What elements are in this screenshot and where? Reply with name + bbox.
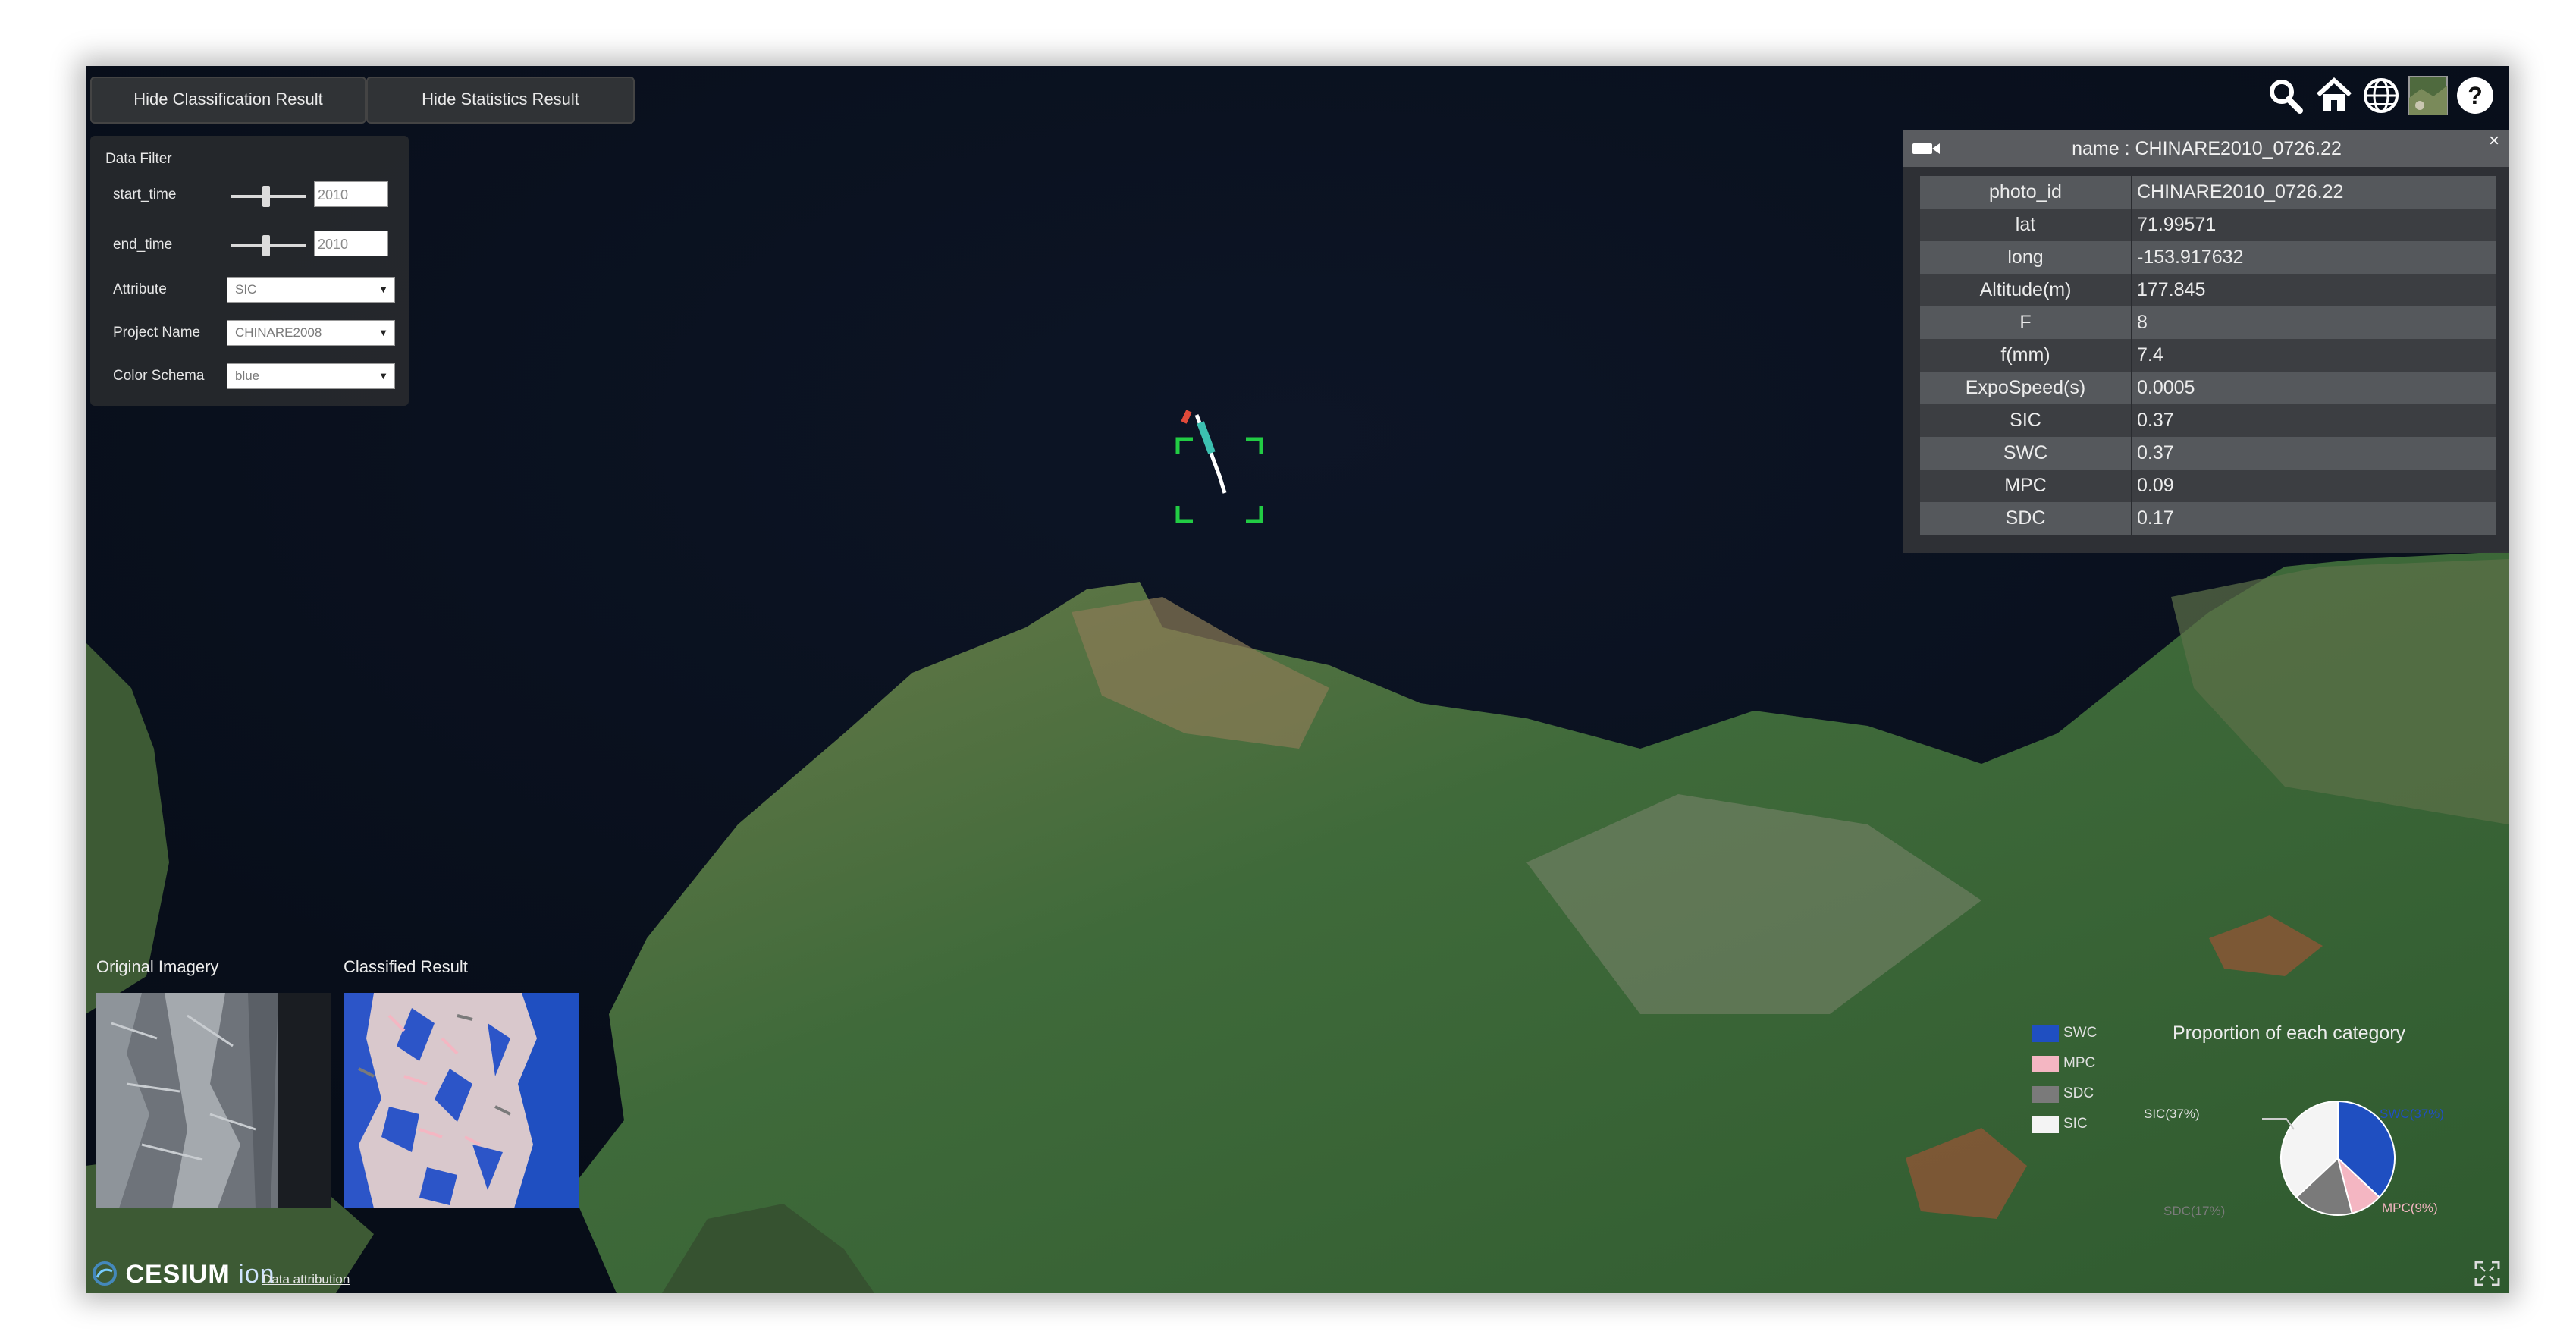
info-table-row: long -153.917632 [1920, 241, 2496, 274]
end-time-input[interactable]: 2010 [314, 231, 388, 256]
info-key: SWC [1920, 437, 2132, 470]
info-value: -153.917632 [2132, 241, 2496, 274]
start-time-slider[interactable] [231, 186, 306, 207]
hide-classification-button[interactable]: Hide Classification Result [90, 77, 366, 124]
cesium-logo-icon [93, 1261, 117, 1286]
cesium-logo[interactable]: CESIUM ion [92, 1260, 275, 1289]
attribute-select[interactable]: SIC ▼ [227, 277, 395, 303]
legend-label-sdc: SDC [2063, 1085, 2094, 1101]
info-value: 0.09 [2132, 470, 2496, 502]
close-button[interactable]: × [2489, 130, 2499, 152]
info-table-row: F8 [1920, 306, 2496, 339]
end-time-label: end_time [113, 237, 173, 253]
cesium-logo-text: CESIUM [125, 1260, 231, 1289]
legend-label-swc: SWC [2063, 1025, 2098, 1041]
project-name-select[interactable]: CHINARE2008 ▼ [227, 320, 395, 346]
info-table-row: photo_id CHINARE2010_0726.22 [1920, 176, 2496, 209]
pie-label-swc: SWC(37%) [2380, 1107, 2445, 1121]
info-key: SIC [1920, 404, 2132, 437]
cesium-viewer[interactable]: Hide Classification Result Hide Statisti… [86, 66, 2509, 1293]
info-table-row: ExpoSpeed(s) 0.0005 [1920, 372, 2496, 404]
info-key: f(mm) [1920, 339, 2132, 372]
info-key: photo_id [1920, 176, 2132, 209]
info-value: 177.845 [2132, 274, 2496, 306]
info-table: photo_id CHINARE2010_0726.22 lat 71.99571 lo… [1920, 176, 2496, 535]
info-key: SDC [1920, 502, 2132, 535]
info-table-row: SWC 0.37 [1920, 437, 2496, 470]
info-value: 7.4 [2132, 339, 2496, 372]
original-imagery-image [96, 993, 331, 1208]
legend-label-sic: SIC [2063, 1116, 2088, 1132]
attribute-label: Attribute [113, 281, 167, 297]
pie-chart [2262, 1100, 2396, 1216]
pie-label-sdc: SDC(17%) [2163, 1204, 2226, 1218]
legend-swatch-sic [2032, 1116, 2059, 1133]
data-attribution-link[interactable]: Data attribution [262, 1272, 350, 1287]
info-value: 0.17 [2132, 502, 2496, 535]
info-key: lat [1920, 209, 2132, 241]
legend-swatch-sdc [2032, 1086, 2059, 1103]
hide-statistics-button[interactable]: Hide Statistics Result [366, 77, 635, 124]
info-table-row: lat 71.99571 [1920, 209, 2496, 241]
help-icon[interactable]: ? [2455, 75, 2496, 116]
chevron-down-icon: ▼ [378, 327, 388, 338]
project-name-label: Project Name [113, 325, 201, 341]
data-filter-panel: Data Filter start_time 2010 end_time 201… [90, 136, 409, 406]
info-key: ExpoSpeed(s) [1920, 372, 2132, 404]
info-value: 8 [2132, 306, 2496, 339]
color-schema-label: Color Schema [113, 368, 205, 384]
color-schema-select[interactable]: blue ▼ [227, 363, 395, 389]
info-value: 71.99571 [2132, 209, 2496, 241]
imagery-layer-icon[interactable] [2408, 75, 2449, 116]
start-time-label: start_time [113, 187, 177, 203]
pie-chart-title: Proportion of each category [2173, 1022, 2406, 1044]
pie-label-mpc: MPC(9%) [2382, 1201, 2438, 1215]
start-time-slider-thumb[interactable] [262, 186, 270, 207]
info-table-row: Altitude(m) 177.845 [1920, 274, 2496, 306]
legend-swatch-swc [2032, 1025, 2059, 1042]
info-table-row: SIC 0.37 [1920, 404, 2496, 437]
info-table-row: MPC 0.09 [1920, 470, 2496, 502]
project-name-select-value: CHINARE2008 [235, 325, 322, 340]
info-value: 0.37 [2132, 404, 2496, 437]
home-icon[interactable] [2314, 75, 2355, 116]
legend-label-mpc: MPC [2063, 1055, 2096, 1071]
end-time-slider[interactable] [231, 235, 306, 256]
pie-label-sic: SIC(37%) [2144, 1107, 2200, 1121]
info-value: CHINARE2010_0726.22 [2132, 176, 2496, 209]
info-box-title: name : CHINARE2010_0726.22 [1903, 130, 2509, 167]
search-icon[interactable] [2265, 75, 2306, 116]
original-imagery-label: Original Imagery [96, 957, 219, 976]
info-value: 0.37 [2132, 437, 2496, 470]
info-key: long [1920, 241, 2132, 274]
start-time-input[interactable]: 2010 [314, 181, 388, 207]
info-box: name : CHINARE2010_0726.22 × photo_id CHI… [1903, 130, 2509, 553]
color-schema-select-value: blue [235, 369, 260, 383]
end-time-slider-thumb[interactable] [262, 235, 270, 256]
info-key: Altitude(m) [1920, 274, 2132, 306]
legend-swatch-mpc [2032, 1056, 2059, 1072]
info-key: MPC [1920, 470, 2132, 502]
data-filter-title: Data Filter [105, 151, 172, 167]
classified-result-label: Classified Result [344, 957, 468, 976]
camera-icon[interactable] [1912, 141, 1941, 156]
info-key: F [1920, 306, 2132, 339]
info-table-row: f(mm) 7.4 [1920, 339, 2496, 372]
info-table-row: SDC 0.17 [1920, 502, 2496, 535]
chevron-down-icon: ▼ [378, 370, 388, 382]
attribute-select-value: SIC [235, 282, 257, 297]
svg-text:?: ? [2468, 82, 2483, 109]
classified-result-image [344, 993, 579, 1208]
chevron-down-icon: ▼ [378, 284, 388, 295]
info-value: 0.0005 [2132, 372, 2496, 404]
globe-icon[interactable] [2361, 75, 2402, 116]
fullscreen-icon[interactable] [2474, 1260, 2501, 1287]
